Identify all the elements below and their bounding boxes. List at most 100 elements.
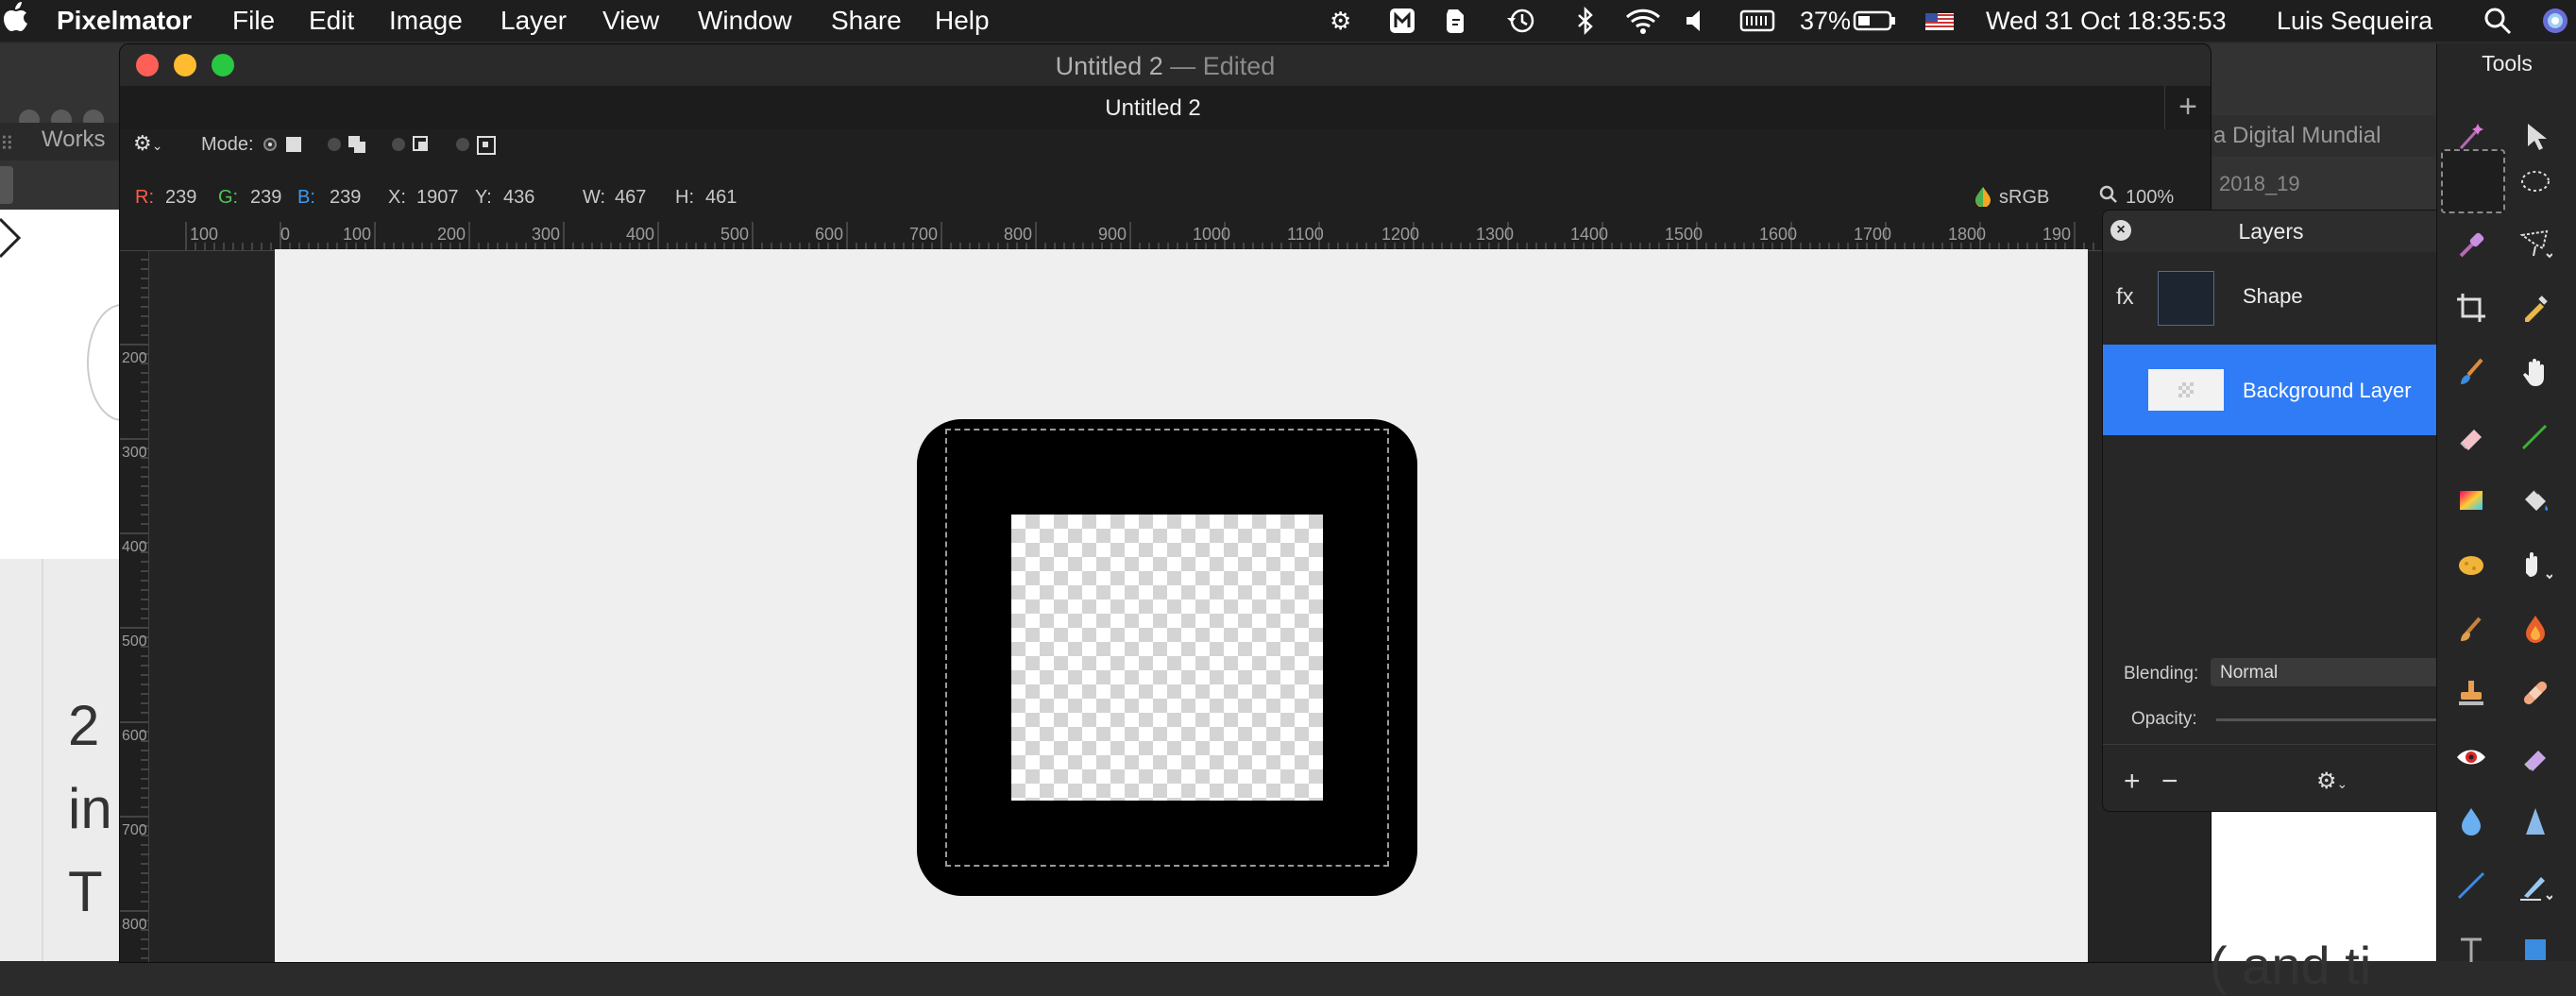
menu-layer[interactable]: Layer: [500, 6, 567, 36]
menu-file[interactable]: File: [232, 6, 275, 36]
background-document-right: ( and ti: [2210, 812, 2436, 995]
clone-stamp-icon[interactable]: [2449, 670, 2494, 716]
layer-options-gear-icon[interactable]: ⚙⌄: [2316, 768, 2347, 795]
red-eye-icon[interactable]: [2449, 734, 2494, 780]
bg-tab-works[interactable]: Works: [42, 127, 106, 153]
shape-icon[interactable]: [2513, 927, 2558, 972]
app-status-icon[interactable]: [1388, 7, 1416, 35]
menu-help[interactable]: Help: [935, 6, 990, 36]
h-label: H:: [675, 187, 694, 208]
ruler-label: 600: [815, 225, 844, 244]
crop-icon[interactable]: [2449, 285, 2494, 330]
menu-window[interactable]: Window: [698, 6, 792, 36]
freeform-pen-icon[interactable]: [2513, 863, 2558, 908]
tools-panel: Tools: [2436, 43, 2576, 962]
keyboard-status-icon[interactable]: [1739, 7, 1775, 35]
bg-doc-text-2: in: [68, 777, 112, 840]
zoom-level[interactable]: 100%: [2126, 187, 2174, 209]
layer-row-shape[interactable]: fx Shape: [2103, 254, 2439, 345]
ruler-label: 500: [122, 633, 147, 650]
gear-status-icon[interactable]: ⚙: [1330, 7, 1351, 35]
layers-panel-title[interactable]: Layers: [2103, 211, 2439, 252]
horizontal-ruler[interactable]: 100 0 100 200 300 400 500 600 700 800 90…: [133, 222, 2211, 251]
user-name[interactable]: Luis Sequeira: [2277, 7, 2432, 35]
blur-drop-icon[interactable]: [2449, 799, 2494, 844]
lasso-icon[interactable]: [2513, 221, 2558, 266]
time-machine-icon[interactable]: [1505, 7, 1537, 35]
ruler-label: 1500: [1665, 225, 1703, 244]
bg-tab-right[interactable]: a Digital Mundial: [2213, 123, 2381, 149]
paint-brush-icon[interactable]: [2449, 349, 2494, 395]
gear-menu-icon[interactable]: ⚙⌄: [133, 131, 162, 156]
color-profile[interactable]: sRGB: [1999, 187, 2049, 209]
smudge-icon[interactable]: [2513, 542, 2558, 587]
blending-dropdown[interactable]: Normal: [2211, 658, 2439, 686]
hand-icon[interactable]: [2513, 349, 2558, 395]
menu-edit[interactable]: Edit: [309, 6, 354, 36]
tool-options-bar: ⚙⌄ Mode: R: 239 G: 239 B: 239 X: 1907 Y:: [120, 129, 2211, 222]
mode-label: Mode:: [201, 134, 254, 155]
volume-icon[interactable]: [1684, 7, 1710, 35]
apple-menu-icon[interactable]: [4, 2, 28, 40]
opacity-slider[interactable]: [2216, 718, 2439, 721]
pen-line-icon[interactable]: [2449, 863, 2494, 908]
bluetooth-icon[interactable]: [1575, 6, 1596, 36]
ruler-label: 100: [190, 225, 219, 244]
evernote-status-icon[interactable]: [1443, 7, 1467, 35]
battery-icon[interactable]: [1853, 7, 1896, 35]
vertical-ruler[interactable]: 200 300 400 500 600 700 800: [120, 250, 149, 962]
wifi-icon[interactable]: [1624, 7, 1662, 35]
effects-badge[interactable]: fx: [2116, 284, 2134, 311]
blending-value: Normal: [2220, 663, 2279, 683]
b-value: 239: [330, 187, 362, 208]
spotlight-search-icon[interactable]: [2483, 7, 2512, 35]
dodge-drop-icon[interactable]: [2513, 606, 2558, 651]
bandage-icon[interactable]: [2513, 670, 2558, 716]
ruler-label: 200: [437, 225, 466, 244]
move-arrow-icon[interactable]: [2513, 113, 2558, 159]
opacity-label: Opacity:: [2131, 709, 2197, 729]
eraser-icon[interactable]: [2449, 414, 2494, 459]
menu-bar: Pixelmator File Edit Image Layer View Wi…: [0, 0, 2576, 42]
selection-marquee[interactable]: [945, 429, 1389, 867]
light-eraser-icon[interactable]: [2513, 734, 2558, 780]
layer-thumbnail: [2158, 271, 2214, 326]
battery-percent: 37%: [1800, 7, 1852, 35]
menu-image[interactable]: Image: [389, 6, 463, 36]
quick-selection-icon[interactable]: [2449, 221, 2494, 266]
type-icon[interactable]: [2449, 927, 2494, 972]
pencil-icon[interactable]: [2513, 414, 2558, 459]
app-menu[interactable]: Pixelmator: [57, 6, 192, 36]
ruler-label: 800: [1004, 225, 1033, 244]
close-panel-icon[interactable]: ×: [2110, 220, 2131, 241]
add-layer-button[interactable]: +: [2124, 766, 2141, 798]
color-profile-icon[interactable]: [1974, 186, 1991, 212]
menu-share[interactable]: Share: [831, 6, 902, 36]
image-canvas[interactable]: [275, 249, 2088, 962]
ruler-label: 1000: [1193, 225, 1231, 244]
elliptical-marquee-icon[interactable]: [2513, 159, 2558, 204]
sponge-icon[interactable]: [2449, 542, 2494, 587]
clock-datetime[interactable]: Wed 31 Oct 18:35:53: [1986, 7, 2227, 35]
rectangular-marquee-icon[interactable]: [2441, 149, 2505, 213]
us-flag-icon[interactable]: [1924, 7, 1955, 35]
bg-doc-text-3: T: [68, 860, 103, 923]
ruler-label: 1100: [1287, 225, 1324, 244]
remove-layer-button[interactable]: −: [2161, 766, 2178, 798]
shape-layer-rounded-square[interactable]: [917, 419, 1417, 896]
layer-row-background[interactable]: Background Layer: [2103, 345, 2439, 435]
menu-view[interactable]: View: [602, 6, 659, 36]
eyedropper-icon[interactable]: [2513, 285, 2558, 330]
burn-icon[interactable]: [2449, 606, 2494, 651]
background-page: [0, 210, 157, 559]
document-tab[interactable]: Untitled 2: [120, 95, 2186, 122]
ruler-label: 1200: [1381, 225, 1420, 244]
title-bar[interactable]: Untitled 2 — Edited: [120, 44, 2211, 86]
gradient-icon[interactable]: [2449, 478, 2494, 523]
sharpen-icon[interactable]: [2513, 799, 2558, 844]
new-tab-button[interactable]: +: [2164, 86, 2211, 129]
zoom-icon[interactable]: [2099, 184, 2118, 211]
paint-bucket-icon[interactable]: [2513, 478, 2558, 523]
siri-icon[interactable]: [2540, 7, 2570, 35]
x-label: X:: [388, 187, 406, 208]
